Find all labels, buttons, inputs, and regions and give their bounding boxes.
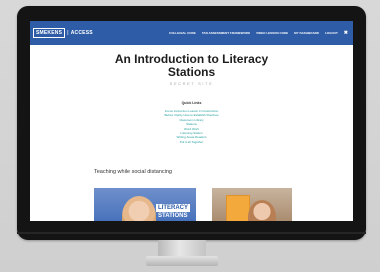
monitor-chin — [17, 232, 366, 234]
classroom-board-image — [226, 195, 250, 221]
logo-product: ACCESS — [70, 30, 93, 36]
main-nav: COLLEGIAL CODE TAN ASSESSMENT FRAMEWORK … — [169, 21, 348, 45]
monitor-stand-base — [146, 256, 218, 266]
nav-logout[interactable]: LOGOUT — [325, 31, 338, 35]
nav-video-lesson-code[interactable]: VIDEO LESSON CODE — [256, 31, 288, 35]
video-thumbnail-classroom[interactable] — [212, 188, 292, 221]
close-icon[interactable]: ✖ — [344, 30, 348, 36]
video-overlay-line1: LITERACY — [156, 204, 190, 212]
quick-link-put-it-together[interactable]: Put It all Together — [30, 140, 353, 144]
page-title: An Introduction to Literacy Stations — [30, 53, 353, 79]
video-thumbnail-literacy-stations[interactable]: LITERACY STATIONS — [94, 188, 196, 221]
quick-links-list: Focus Instruction Lesson 3 Construction … — [30, 109, 353, 144]
logo-brand: SMEKENS — [33, 28, 66, 38]
site-header: SMEKENS | ACCESS COLLEGIAL CODE TAN ASSE… — [30, 21, 353, 45]
presenter-image — [248, 200, 276, 221]
nav-my-dashboard[interactable]: MY DASHBOARD — [294, 31, 319, 35]
presenter-image — [122, 196, 156, 221]
page-subtitle: SECRET SITE — [169, 81, 214, 86]
page-title-line2: Stations — [167, 65, 216, 79]
video-overlay-line2: STATIONS — [158, 213, 188, 219]
site-logo[interactable]: SMEKENS | ACCESS — [33, 28, 93, 38]
quick-links-title: Quick Links — [181, 101, 202, 105]
section-heading: Teaching while social distancing — [94, 169, 172, 175]
logo-separator: | — [67, 30, 69, 36]
nav-collegial-code[interactable]: COLLEGIAL CODE — [169, 31, 196, 35]
monitor-screen: SMEKENS | ACCESS COLLEGIAL CODE TAN ASSE… — [30, 21, 353, 221]
nav-assessment-framework[interactable]: TAN ASSESSMENT FRAMEWORK — [202, 31, 250, 35]
